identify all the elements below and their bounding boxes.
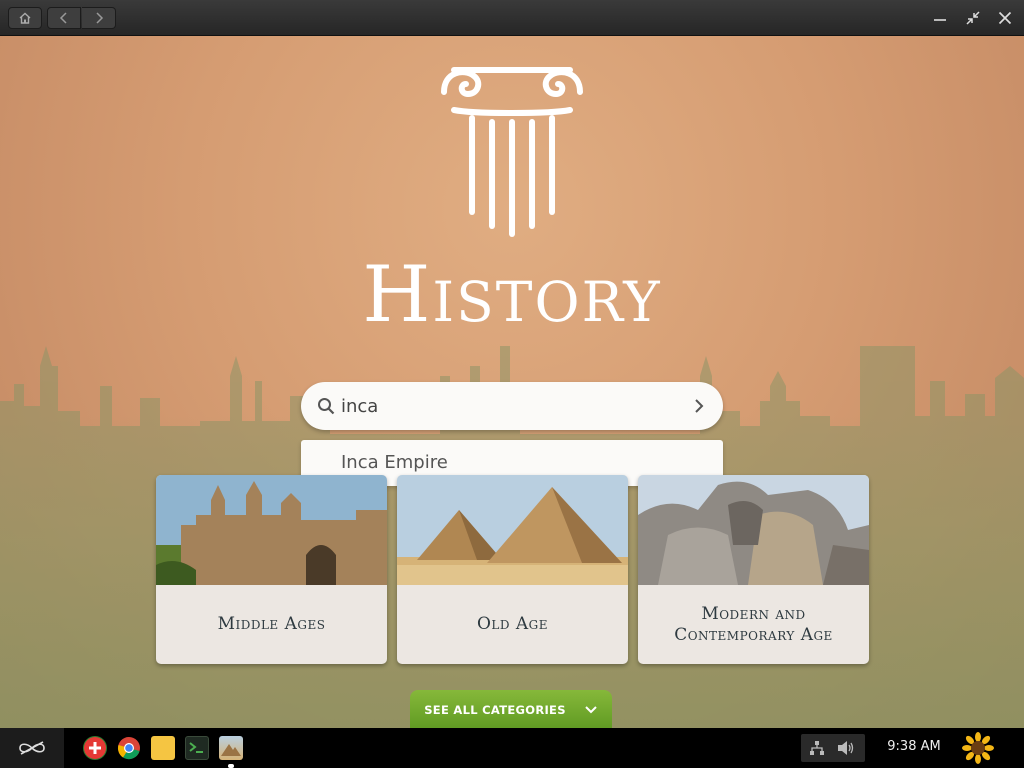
system-tray[interactable] — [801, 734, 865, 762]
taskbar: 9:38 AM — [0, 728, 1024, 768]
category-label: Modern and Contemporary Age — [674, 603, 833, 645]
files-icon[interactable] — [151, 736, 175, 760]
collapse-icon — [966, 11, 980, 25]
pyramid-glyph — [221, 744, 241, 756]
chevron-right-icon[interactable] — [689, 396, 709, 416]
app-store-icon[interactable] — [83, 736, 107, 760]
category-card-middle-ages[interactable]: Middle Ages — [156, 475, 387, 664]
search-input[interactable] — [341, 391, 681, 421]
volume-icon — [838, 741, 854, 755]
page-title: History — [362, 250, 662, 340]
see-all-categories-button[interactable]: SEE ALL CATEGORIES — [410, 690, 612, 728]
network-icon — [810, 741, 824, 755]
home-button[interactable] — [8, 7, 42, 29]
sunflower-avatar-icon[interactable] — [962, 732, 994, 764]
history-app-icon[interactable] — [219, 736, 243, 760]
plus-icon — [84, 737, 106, 759]
chevron-right-icon — [95, 12, 103, 24]
active-app-indicator — [228, 764, 234, 768]
search-icon — [318, 398, 335, 415]
history-app: History Inca Empire Middle Ages Old Age — [0, 36, 1024, 728]
forward-button[interactable] — [82, 7, 116, 29]
chevron-left-icon — [59, 12, 67, 24]
category-label: Old Age — [476, 614, 549, 634]
start-button[interactable] — [0, 728, 64, 768]
chrome-icon[interactable] — [117, 736, 141, 760]
close-icon — [998, 11, 1012, 25]
minimize-icon — [934, 19, 946, 21]
window-titlebar — [0, 0, 1024, 36]
guggenheim-image — [638, 475, 869, 585]
clock[interactable]: 9:38 AM — [880, 739, 948, 754]
chrome-logo — [117, 737, 140, 760]
chevron-down-icon — [585, 706, 597, 714]
ionic-column-icon — [441, 67, 583, 237]
pyramids-image — [397, 475, 628, 585]
category-card-old-age[interactable]: Old Age — [397, 475, 628, 664]
castle-image — [156, 475, 387, 585]
home-icon — [19, 12, 31, 24]
endless-logo-icon — [19, 741, 45, 755]
restore-button[interactable] — [963, 8, 983, 28]
terminal-icon[interactable] — [185, 736, 209, 760]
back-button[interactable] — [47, 7, 81, 29]
minimize-button[interactable] — [930, 8, 950, 28]
prompt-glyph — [189, 742, 203, 753]
search-bar[interactable] — [301, 382, 723, 430]
see-all-label: SEE ALL CATEGORIES — [424, 703, 566, 717]
suggestion-item[interactable]: Inca Empire — [341, 452, 448, 473]
category-label: Middle Ages — [217, 614, 326, 634]
category-card-modern-age[interactable]: Modern and Contemporary Age — [638, 475, 869, 664]
close-button[interactable] — [995, 8, 1015, 28]
